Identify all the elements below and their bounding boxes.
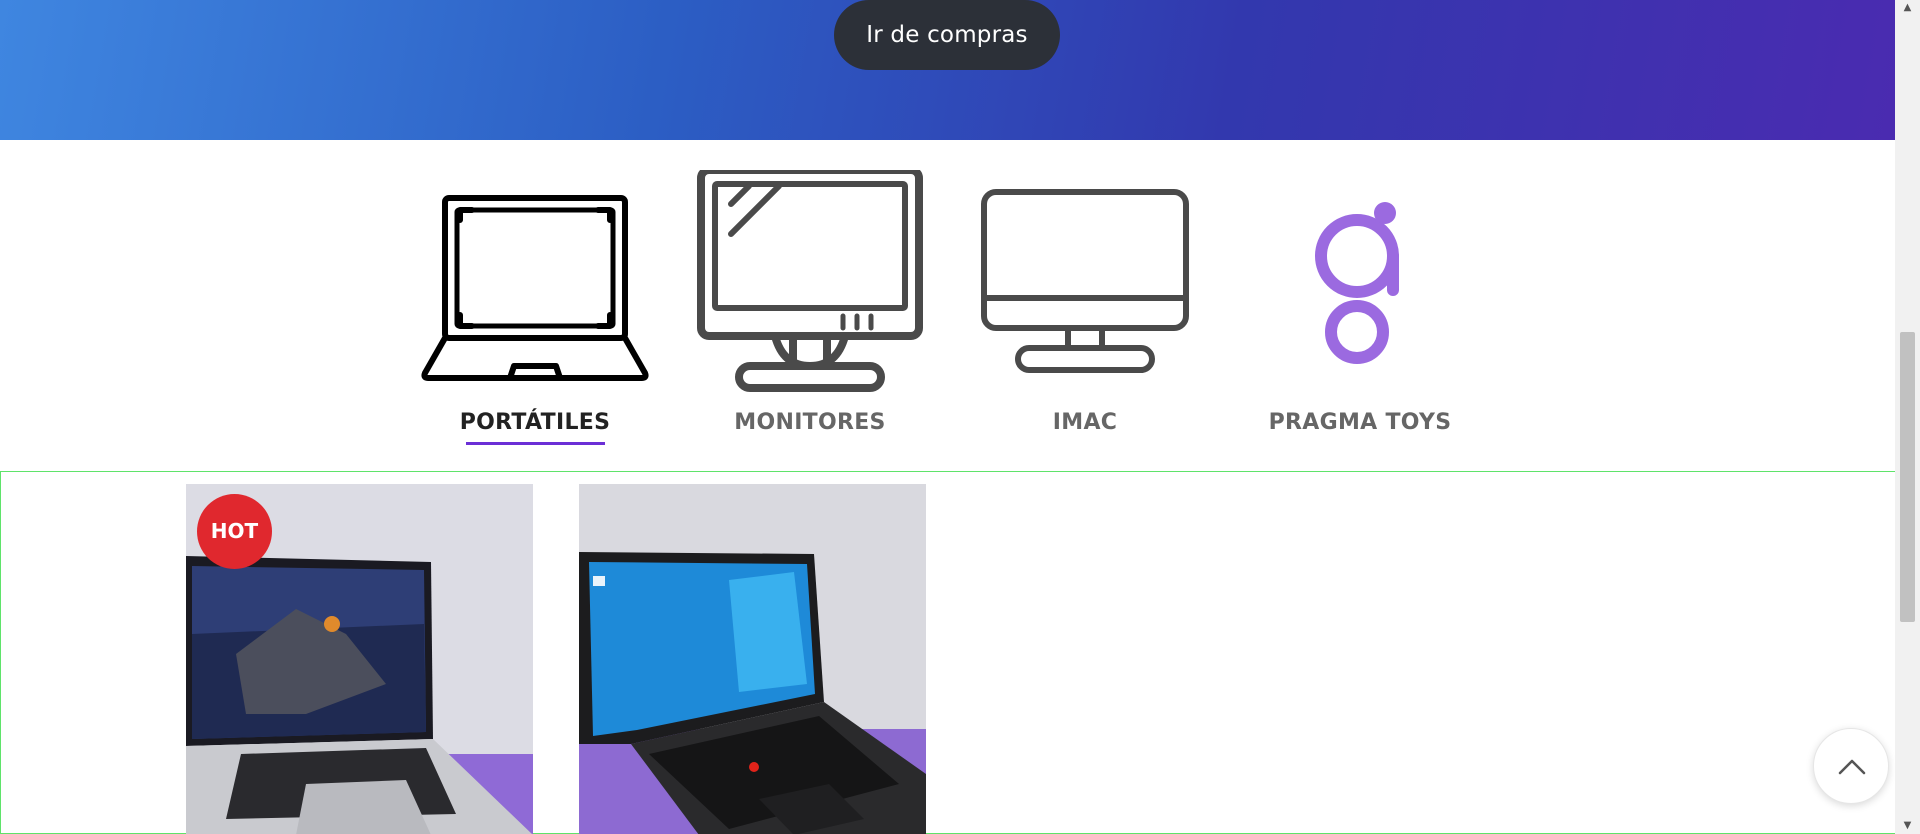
tab-portatiles-label: PORTÁTILES — [459, 410, 611, 435]
lenovo-thinkpad-laptop-photo — [579, 484, 926, 834]
tab-pragma-toys-label: PRAGMA TOYS — [1268, 410, 1452, 435]
laptop-icon — [400, 170, 670, 400]
monitor-icon — [675, 166, 945, 400]
hot-badge: HOT — [197, 494, 272, 569]
product-card[interactable]: HOT — [186, 484, 533, 834]
hero-banner: Ir de compras — [0, 0, 1895, 140]
product-grid: HOT — [0, 471, 1900, 834]
imac-icon — [950, 170, 1220, 400]
tab-imac[interactable]: IMAC — [950, 140, 1220, 450]
product-card[interactable] — [579, 484, 926, 834]
scroll-down-arrow-icon[interactable]: ▼ — [1895, 818, 1920, 834]
shop-button[interactable]: Ir de compras — [834, 0, 1060, 70]
chevron-up-icon — [1838, 759, 1866, 775]
tab-pragma-toys[interactable]: PRAGMA TOYS — [1225, 140, 1495, 450]
vertical-scrollbar[interactable]: ▲ ▼ — [1895, 0, 1920, 834]
active-tab-underline — [466, 442, 605, 445]
back-to-top-button[interactable] — [1813, 728, 1889, 804]
scrollbar-thumb[interactable] — [1900, 332, 1915, 622]
tab-portatiles[interactable]: PORTÁTILES — [400, 140, 670, 450]
tab-monitores[interactable]: MONITORES — [675, 140, 945, 450]
tab-imac-label: IMAC — [1052, 410, 1118, 435]
tab-monitores-label: MONITORES — [734, 410, 886, 435]
pragma-toys-logo-icon — [1225, 170, 1495, 400]
scroll-up-arrow-icon[interactable]: ▲ — [1895, 0, 1920, 16]
category-tabs: PORTÁTILES MONITORES IMAC PRAGMA TOYS — [0, 140, 1895, 470]
